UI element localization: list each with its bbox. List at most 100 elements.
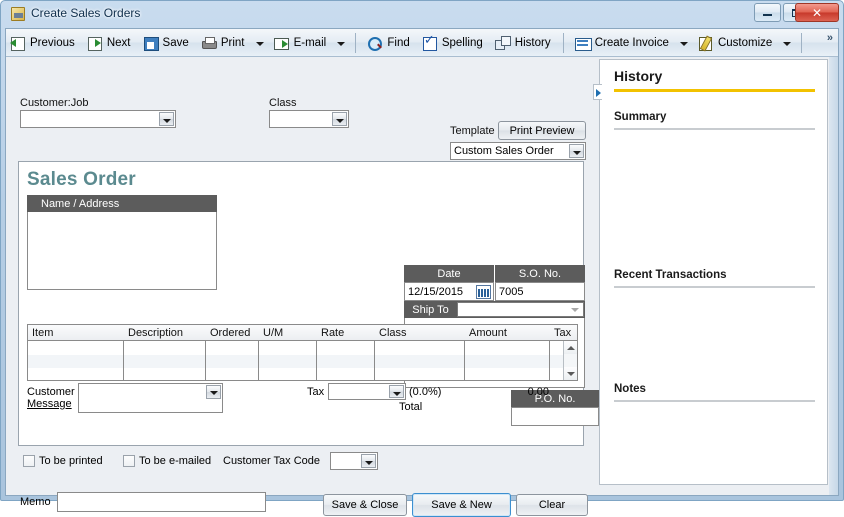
toolbar-button-print[interactable]: Print (197, 30, 250, 56)
toolbar-button-next[interactable]: Next (83, 30, 136, 56)
grid-header-rate[interactable]: Rate (317, 325, 344, 341)
class-label: Class (269, 97, 297, 109)
toolbar-button-customize[interactable]: Customize (694, 30, 777, 56)
toolbar-button-create-invoice[interactable]: Create Invoice (571, 30, 674, 56)
sales-order-window-icon (11, 7, 25, 21)
toolbar-label-email: E-mail (293, 37, 327, 49)
create-invoice-dropdown-caret-icon[interactable] (677, 30, 691, 56)
print-dropdown-caret-icon[interactable] (253, 30, 267, 56)
toolbar-button-spelling[interactable]: Spelling (418, 30, 488, 56)
grid-col-item (28, 341, 124, 380)
customer-message-dropdown-icon[interactable] (206, 385, 221, 399)
spellcheck-icon (422, 33, 438, 51)
toolbar-button-email[interactable]: E-mail (270, 30, 332, 56)
grid-header-row: Item Description Ordered U/M Rate Class … (28, 325, 577, 341)
grid-header-ordered[interactable]: Ordered (206, 325, 250, 341)
collapse-panel-arrow-icon[interactable] (593, 84, 602, 100)
save-and-new-button[interactable]: Save & New (412, 493, 511, 517)
history-section-summary-title: Summary (614, 111, 667, 123)
grid-header-tax[interactable]: Tax (550, 325, 571, 341)
title-bar: Create Sales Orders ✕ (1, 1, 843, 28)
so-number-field[interactable]: 7005 (495, 282, 585, 301)
email-dropdown-caret-icon[interactable] (334, 30, 348, 56)
window-title: Create Sales Orders (31, 6, 141, 20)
template-label: Template (450, 125, 495, 137)
toolbar-overflow-icon[interactable]: » (827, 32, 833, 44)
calendar-icon[interactable] (476, 285, 491, 299)
toolbar-button-history[interactable]: History (491, 30, 556, 56)
grid-header-description[interactable]: Description (124, 325, 183, 341)
to-be-emailed-checkbox[interactable] (123, 455, 135, 467)
grid-header-amount[interactable]: Amount (465, 325, 507, 341)
to-be-printed-label[interactable]: To be printed (39, 455, 103, 467)
clear-button[interactable]: Clear (516, 494, 588, 516)
sales-order-form: Customer:Job Class Template Print Previe… (6, 57, 599, 517)
toolbar-label-spelling: Spelling (441, 37, 483, 49)
save-and-close-button[interactable]: Save & Close (323, 494, 407, 516)
customer-tax-code-select[interactable] (330, 452, 378, 470)
history-cards-icon (494, 36, 511, 50)
toolbar-button-previous[interactable]: Previous (6, 30, 80, 56)
date-header: Date (404, 265, 494, 282)
toolbar-button-save[interactable]: Save (139, 30, 194, 56)
history-section-summary-rule (614, 128, 815, 130)
ship-to-select[interactable] (457, 302, 584, 317)
class-input[interactable] (269, 110, 349, 128)
so-number-value: 7005 (499, 286, 524, 298)
grid-header-um[interactable]: U/M (259, 325, 283, 341)
date-field[interactable]: 12/15/2015 (404, 282, 494, 301)
minimize-button[interactable] (754, 3, 781, 22)
tax-label: Tax (307, 386, 325, 398)
toolbar-separator-3 (801, 33, 803, 53)
to-be-emailed-label[interactable]: To be e-mailed (139, 455, 211, 467)
printer-icon (201, 36, 217, 50)
grid-header-item[interactable]: Item (28, 325, 53, 341)
scroll-down-arrow-icon[interactable] (564, 367, 577, 380)
template-select[interactable]: Custom Sales Order (450, 142, 586, 160)
document-title: Sales Order (27, 169, 136, 190)
toolbar-label-customize: Customize (717, 37, 773, 49)
ship-to-header-bar: Ship To (404, 301, 585, 318)
close-button[interactable]: ✕ (795, 3, 839, 22)
window-right-edge (829, 57, 838, 495)
grid-col-rate (317, 341, 375, 380)
toolbar-label-find: Find (387, 37, 410, 49)
customer-message-select[interactable] (78, 383, 223, 413)
ship-to-dropdown-icon[interactable] (568, 303, 582, 316)
customer-job-input[interactable] (20, 110, 176, 128)
tax-code-dropdown-icon[interactable] (389, 385, 404, 398)
customer-tax-code-dropdown-icon[interactable] (361, 454, 376, 468)
grid-col-ordered (206, 341, 259, 380)
tax-amount: 0.00 (527, 386, 549, 398)
floppy-disk-icon (143, 36, 159, 51)
scroll-up-arrow-icon[interactable] (564, 341, 577, 354)
toolbar: Previous Next Save Print E-mail Find ✓ S… (6, 29, 838, 57)
toolbar-separator-2 (562, 33, 564, 53)
minimize-icon (755, 4, 780, 21)
customer-tax-code-label: Customer Tax Code (223, 455, 321, 467)
invoice-icon (574, 36, 592, 51)
template-dropdown-icon[interactable] (569, 144, 584, 158)
toolbar-separator-1 (355, 33, 357, 53)
print-preview-button[interactable]: Print Preview (498, 121, 586, 140)
ship-to-label: Ship To (412, 303, 449, 316)
close-icon: ✕ (811, 5, 823, 20)
grid-col-um (259, 341, 317, 380)
toolbar-button-find[interactable]: Find (363, 30, 414, 56)
total-label: Total (399, 401, 423, 413)
to-be-printed-checkbox[interactable] (23, 455, 35, 467)
window-body: Customer:Job Class Template Print Previe… (6, 57, 838, 517)
grid-header-class[interactable]: Class (375, 325, 407, 341)
history-section-notes-rule (614, 400, 815, 402)
date-value: 12/15/2015 (408, 286, 464, 298)
name-address-field[interactable] (27, 212, 217, 290)
po-number-field[interactable] (511, 407, 599, 426)
next-arrow-icon (87, 36, 103, 51)
class-dropdown-icon[interactable] (332, 112, 347, 126)
history-section-recent-transactions-rule (614, 286, 815, 288)
grid-scrollbar[interactable] (563, 341, 577, 380)
memo-input[interactable] (57, 492, 266, 512)
customize-dropdown-caret-icon[interactable] (780, 30, 794, 56)
customer-job-dropdown-icon[interactable] (159, 112, 174, 126)
tax-code-select[interactable] (328, 383, 406, 400)
